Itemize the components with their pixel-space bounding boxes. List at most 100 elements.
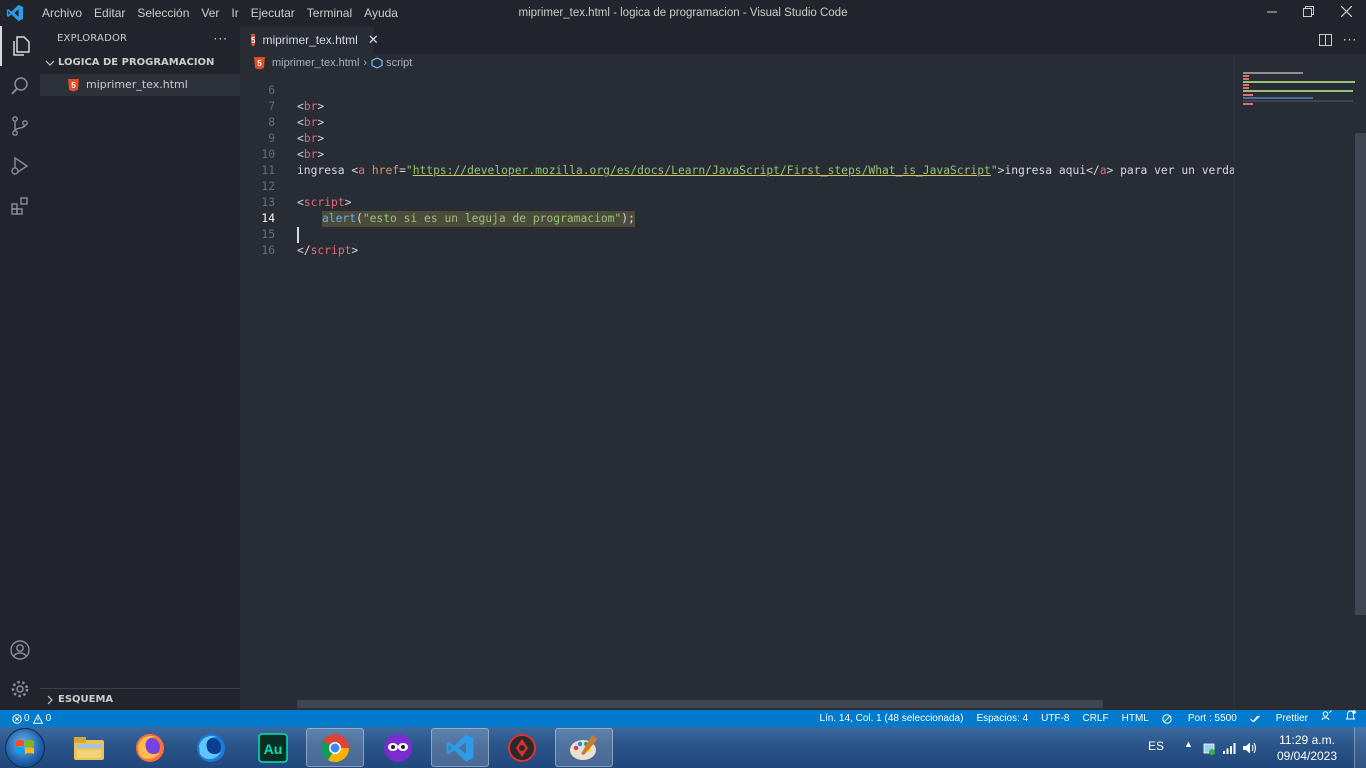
outline-section[interactable]: ESQUEMA [40, 688, 240, 710]
explorer-icon [74, 736, 104, 760]
warning-icon [32, 713, 43, 724]
breadcrumb-file[interactable]: miprimer_tex.html [272, 57, 359, 69]
extensions-icon [11, 197, 28, 215]
gear-icon [11, 680, 29, 698]
close-tab-icon[interactable]: ✕ [368, 32, 379, 48]
vertical-scrollbar[interactable] [1355, 133, 1366, 615]
search-activity-button[interactable] [0, 66, 40, 106]
prettier-label: Prettier [1275, 713, 1308, 724]
search-icon [11, 77, 28, 95]
problems-indicator[interactable]: 0 0 [12, 710, 51, 727]
source-control-activity-button[interactable] [0, 106, 40, 146]
cursor-position[interactable]: Lín. 14, Col. 1 (48 seleccionada) [819, 710, 963, 727]
gmod-icon [384, 733, 412, 762]
chevron-right-icon [47, 695, 53, 705]
notifications-button[interactable] [1345, 710, 1356, 727]
minimize-button[interactable] [1252, 0, 1292, 26]
menu-ejecutar[interactable]: Ejecutar [245, 0, 301, 26]
error-count: 0 [24, 713, 30, 724]
horizontal-scrollbar[interactable] [297, 700, 1103, 708]
end-of-line[interactable]: CRLF [1082, 710, 1108, 727]
error-icon [12, 713, 22, 724]
code-line: 11 [240, 147, 1234, 177]
files-icon [13, 36, 30, 56]
tab-miprimer-tex[interactable]: 5 miprimer_tex.html ✕ [240, 26, 379, 54]
encoding[interactable]: UTF-8 [1041, 710, 1069, 727]
explorer-header: EXPLORADOR [57, 33, 128, 44]
chevron-down-icon [45, 60, 55, 66]
taskbar-firefox[interactable] [121, 728, 179, 767]
status-bar: 0 0 Lín. 14, Col. 1 (48 seleccionada) Es… [0, 710, 1366, 727]
menu-ver[interactable]: Ver [195, 0, 225, 26]
manage-activity-button[interactable] [0, 669, 40, 709]
feedback-button[interactable] [1321, 710, 1332, 727]
split-editor-button[interactable] [1313, 26, 1337, 54]
taskbar-gmod[interactable] [369, 728, 427, 767]
power-icon[interactable] [1202, 741, 1216, 755]
explorer-activity-button[interactable] [0, 26, 40, 66]
run-debug-icon [11, 156, 29, 176]
more-actions-icon[interactable]: ··· [214, 26, 228, 52]
language-mode[interactable]: HTML [1122, 710, 1149, 727]
account-icon [10, 640, 30, 660]
vscode-logo-icon [6, 4, 24, 22]
menu-archivo[interactable]: Archivo [36, 0, 88, 26]
tab-label: miprimer_tex.html [262, 33, 358, 47]
app-icon [508, 733, 536, 762]
run-debug-activity-button[interactable] [0, 146, 40, 186]
editor-more-actions-icon[interactable]: ··· [1338, 26, 1362, 54]
clock[interactable]: 11:29 a.m. 09/04/2023 [1274, 732, 1340, 764]
code-line: 10 ingresa <a href="https://developer.mo… [240, 131, 1234, 177]
show-desktop-button[interactable] [1354, 727, 1366, 768]
outline-label: ESQUEMA [58, 694, 114, 705]
show-hidden-icons-button[interactable]: ▲ [1184, 739, 1193, 749]
taskbar-explorer[interactable] [60, 728, 118, 767]
html5-icon: 5 [251, 33, 256, 47]
taskbar-vscode[interactable] [431, 728, 489, 767]
chevron-right-icon: › [363, 57, 368, 69]
minimap[interactable] [1234, 54, 1366, 710]
html5-icon: 5 [254, 56, 265, 70]
clock-time: 11:29 a.m. [1279, 733, 1335, 747]
code-line: 12 <script> [240, 163, 1234, 209]
split-editor-icon [1318, 34, 1332, 46]
taskbar-firefox-dev[interactable] [182, 728, 240, 767]
close-window-button[interactable] [1326, 0, 1366, 26]
taskbar-app[interactable] [493, 728, 551, 767]
network-signal-icon[interactable] [1222, 741, 1238, 755]
code-editor[interactable]: 6 <br> 7 <br> 8 <br> 9 <br> 10 ingresa <… [240, 72, 1234, 708]
paint-icon [570, 734, 598, 760]
taskbar-paint[interactable] [555, 728, 613, 767]
source-control-icon [12, 116, 28, 136]
folder-section[interactable]: LOGICA DE PROGRAMACION [40, 52, 240, 74]
accounts-activity-button[interactable] [0, 630, 40, 670]
file-item[interactable]: 5 miprimer_tex.html [40, 74, 240, 96]
taskbar-audition[interactable]: Au [244, 728, 302, 767]
menu-editar[interactable]: Editar [88, 0, 131, 26]
port-label: Port : 5500 [1187, 713, 1237, 724]
menu-seleccion[interactable]: Selección [131, 0, 195, 26]
input-language[interactable]: ES [1148, 739, 1164, 753]
code-line: 7 <br> [240, 83, 1234, 129]
volume-icon[interactable] [1242, 741, 1258, 755]
restore-button[interactable] [1288, 0, 1328, 26]
explorer-sidebar: EXPLORADOR ··· LOGICA DE PROGRAMACION 5 … [40, 26, 240, 710]
taskbar-chrome[interactable] [306, 728, 364, 767]
extensions-activity-button[interactable] [0, 186, 40, 226]
firefox-dev-icon [197, 733, 225, 762]
live-server-port[interactable]: Port : 5500 [1162, 710, 1237, 727]
menu-terminal[interactable]: Terminal [301, 0, 358, 26]
menu-bar: Archivo Editar Selección Ver Ir Ejecutar… [36, 0, 404, 26]
editor-tabs: 5 miprimer_tex.html ✕ ··· [240, 26, 1366, 54]
menu-ayuda[interactable]: Ayuda [358, 0, 404, 26]
html5-icon: 5 [68, 78, 79, 92]
menu-ir[interactable]: Ir [225, 0, 244, 26]
windows-taskbar: Au ES ▲ 11:29 a.m. 09/04/2023 [0, 727, 1366, 768]
code-line: 6 <br> [240, 72, 1234, 113]
code-line: 13 alert("esto si es un leguja de progra… [240, 179, 1234, 227]
indentation[interactable]: Espacios: 4 [976, 710, 1028, 727]
start-button[interactable] [5, 728, 45, 768]
bell-icon [1345, 710, 1356, 720]
breadcrumb-symbol[interactable]: script [386, 57, 412, 69]
prettier-status[interactable]: Prettier [1249, 710, 1308, 727]
